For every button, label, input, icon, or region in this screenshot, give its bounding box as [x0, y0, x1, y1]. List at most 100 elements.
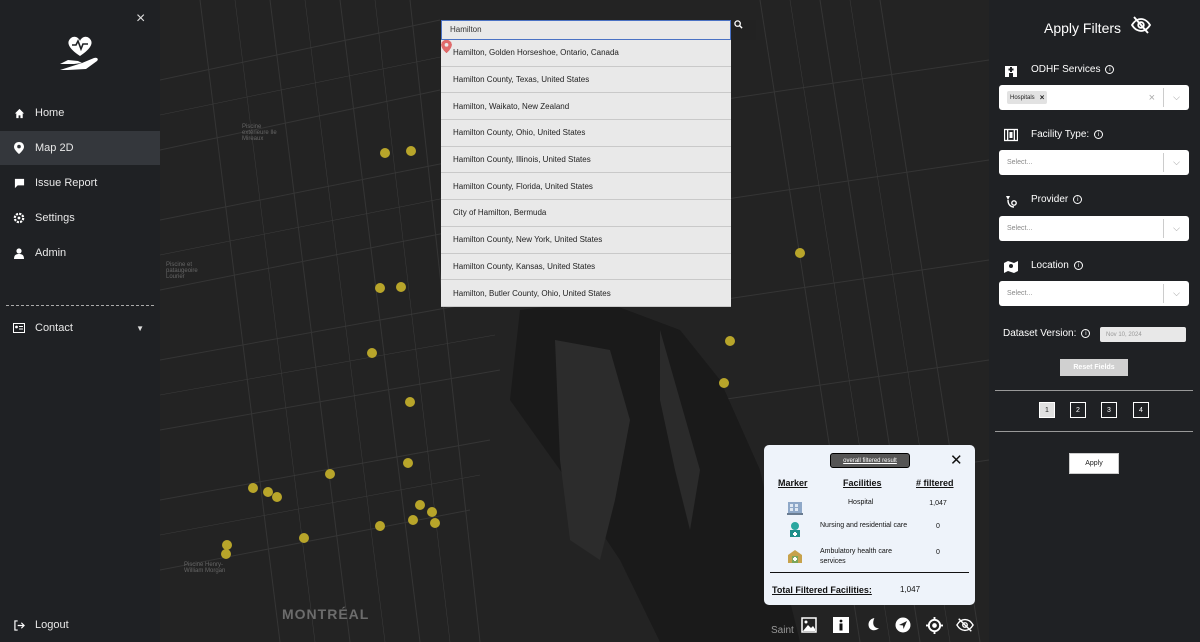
facility-marker[interactable]: [325, 469, 335, 479]
home-icon: [12, 106, 26, 120]
odhf-services-select[interactable]: Hospitals × × ⌵: [999, 85, 1189, 110]
search-suggestion-item[interactable]: Hamilton, Waikato, New Zealand: [441, 40, 731, 121]
chip-remove-icon[interactable]: ×: [1040, 93, 1045, 102]
table-row: Nursing and residential care 0: [764, 519, 975, 545]
facility-marker[interactable]: [396, 282, 406, 292]
dataset-version-select[interactable]: Nov 10, 2024: [1100, 327, 1186, 342]
facility-marker[interactable]: [248, 483, 258, 493]
search-suggestion-item[interactable]: Hamilton County, Texas, United States: [441, 40, 731, 94]
navigation-arrow-icon: [895, 617, 911, 633]
location-search-input[interactable]: Hamilton: [441, 20, 731, 40]
facility-count: 0: [936, 549, 940, 556]
provider-icon: [1006, 196, 1017, 208]
search-suggestion-item[interactable]: Hamilton County, New York, United States: [441, 40, 731, 254]
contact-card-icon: [12, 321, 26, 335]
chevron-down-icon[interactable]: ⌵: [1163, 219, 1189, 238]
sidebar-item-home[interactable]: Home: [0, 96, 160, 130]
sidebar-item-issue-report[interactable]: Issue Report: [0, 166, 160, 200]
toggle-visibility-button[interactable]: [956, 617, 974, 635]
sidebar-close-button[interactable]: ×: [136, 10, 145, 28]
facility-marker[interactable]: [719, 378, 729, 388]
eye-slash-icon[interactable]: [1131, 16, 1151, 34]
facility-name: Ambulatory health care services: [820, 548, 892, 565]
facility-marker[interactable]: [408, 515, 418, 525]
locate-me-button[interactable]: [926, 617, 944, 635]
facility-marker[interactable]: [221, 549, 231, 559]
search-suggestion-item[interactable]: Hamilton County, Ohio, United States: [441, 40, 731, 147]
facility-marker[interactable]: [430, 518, 440, 528]
facility-marker[interactable]: [406, 146, 416, 156]
results-close-button[interactable]: ✕: [950, 451, 963, 469]
page-4-button[interactable]: 4: [1133, 402, 1149, 418]
info-icon: [833, 617, 849, 633]
total-filtered-value: 1,047: [900, 585, 921, 594]
basemap-image-button[interactable]: [801, 617, 819, 635]
facility-marker[interactable]: [795, 248, 805, 258]
chevron-down-icon[interactable]: ⌵: [1163, 88, 1189, 107]
navigate-button[interactable]: [895, 617, 913, 635]
sidebar-item-label: Admin: [35, 247, 67, 259]
filtered-column-header: # filtered: [916, 478, 954, 488]
search-suggestion-item[interactable]: Hamilton, Golden Horseshoe, Ontario, Can…: [441, 40, 731, 67]
search-suggestion-item[interactable]: Hamilton County, Kansas, United States: [441, 40, 731, 281]
search-suggestion-item[interactable]: City of Hamilton, Bermuda: [441, 40, 731, 227]
sidebar-item-label: Issue Report: [35, 177, 98, 189]
sidebar-item-contact[interactable]: Contact ▼: [0, 311, 160, 345]
results-divider: [770, 572, 969, 573]
facility-type-select[interactable]: Select... ⌵: [999, 150, 1189, 175]
clear-icon[interactable]: ×: [1149, 92, 1155, 104]
sidebar-item-admin[interactable]: Admin: [0, 236, 160, 270]
sidebar-divider: [6, 305, 154, 306]
suggestion-label: Hamilton County, Florida, United States: [453, 181, 593, 191]
selected-chip: Hospitals ×: [1007, 91, 1048, 104]
page-2-button[interactable]: 2: [1070, 402, 1086, 418]
overall-filtered-result-button[interactable]: overall filtered result: [830, 453, 910, 468]
ambulatory-care-marker-icon: [788, 550, 802, 563]
facility-marker[interactable]: [375, 283, 385, 293]
facility-marker[interactable]: [403, 458, 413, 468]
dark-mode-button[interactable]: [865, 617, 883, 635]
facility-marker[interactable]: [367, 348, 377, 358]
sidebar-item-settings[interactable]: Settings: [0, 201, 160, 235]
hospital-building-icon: [1005, 66, 1017, 77]
page-3-button[interactable]: 3: [1101, 402, 1117, 418]
facility-marker[interactable]: [427, 507, 437, 517]
info-button[interactable]: [833, 617, 851, 635]
map-canvas[interactable]: Piscine extérieure Ile Mireaux Piscine et p…: [160, 0, 989, 642]
map-location-icon: [1004, 261, 1018, 273]
apply-button[interactable]: Apply: [1069, 453, 1119, 474]
facility-marker[interactable]: [272, 492, 282, 502]
chevron-down-icon[interactable]: ⌵: [1163, 153, 1189, 172]
search-suggestion-item[interactable]: Hamilton, Butler County, Ohio, United St…: [441, 40, 731, 307]
facility-marker[interactable]: [725, 336, 735, 346]
facilities-column-header: Facilities: [843, 478, 882, 488]
facility-marker[interactable]: [415, 500, 425, 510]
sidebar-item-logout[interactable]: Logout: [0, 608, 160, 642]
odhf-services-label: ODHF Services i: [1031, 64, 1115, 75]
facility-marker[interactable]: [405, 397, 415, 407]
facility-marker[interactable]: [375, 521, 385, 531]
suggestion-label: Hamilton, Waikato, New Zealand: [453, 101, 570, 111]
eye-slash-icon: [956, 618, 974, 632]
sidebar-item-map-2d[interactable]: Map 2D: [0, 131, 160, 165]
filtered-results-panel: overall filtered result ✕ Marker Facilit…: [764, 445, 975, 605]
reset-fields-button[interactable]: Reset Fields: [1060, 359, 1128, 376]
info-icon[interactable]: i: [1105, 65, 1115, 74]
hospital-marker-icon: [787, 502, 803, 515]
chevron-down-icon[interactable]: ⌵: [1163, 284, 1189, 303]
info-icon[interactable]: i: [1081, 329, 1091, 338]
search-suggestion-item[interactable]: Hamilton County, Florida, United States: [441, 40, 731, 201]
facility-name: Nursing and residential care: [820, 522, 908, 529]
facility-marker[interactable]: [299, 533, 309, 543]
info-icon[interactable]: i: [1073, 261, 1083, 270]
info-icon[interactable]: i: [1094, 130, 1104, 139]
provider-select[interactable]: Select... ⌵: [999, 216, 1189, 241]
page-1-button[interactable]: 1: [1039, 402, 1055, 418]
search-button[interactable]: [734, 20, 756, 40]
info-icon[interactable]: i: [1073, 195, 1083, 204]
user-icon: [12, 246, 26, 260]
search-suggestion-item[interactable]: Hamilton County, Illinois, United States: [441, 40, 731, 174]
map-pin-icon: [12, 141, 26, 155]
facility-marker[interactable]: [380, 148, 390, 158]
location-select[interactable]: Select... ⌵: [999, 281, 1189, 306]
